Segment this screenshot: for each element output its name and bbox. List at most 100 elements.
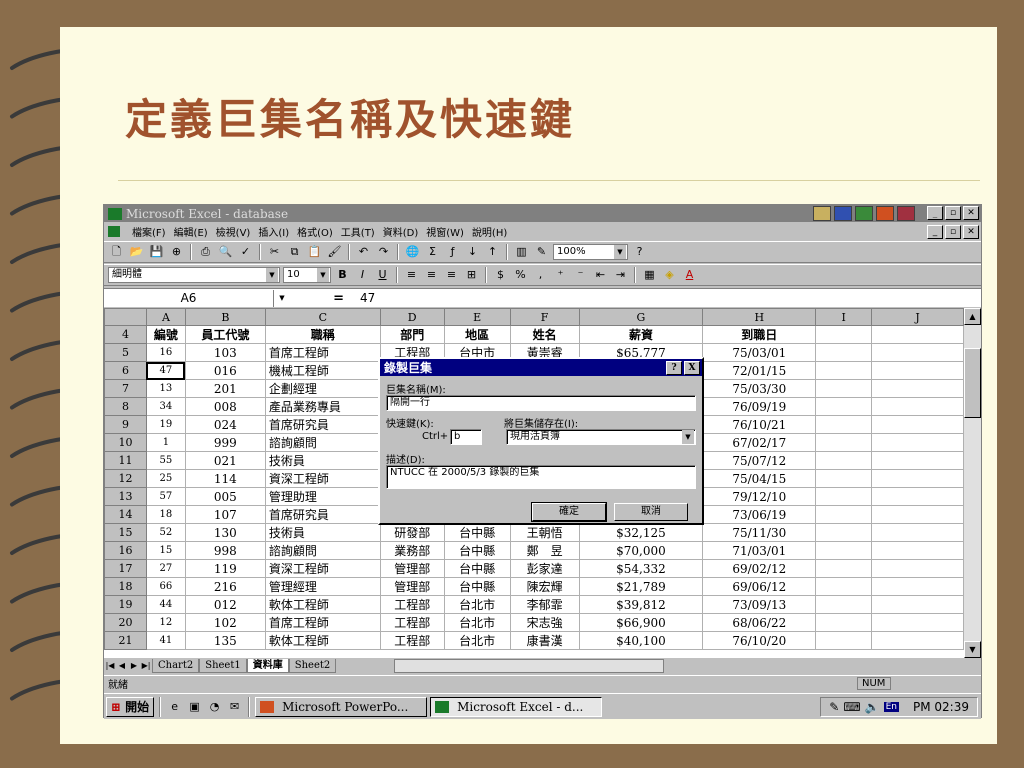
cell-b[interactable]: 024 — [184, 415, 266, 434]
merge-center-icon[interactable]: ⊞ — [463, 267, 480, 283]
cell-g[interactable]: $70,000 — [578, 541, 704, 560]
cell-i[interactable] — [815, 577, 873, 596]
outlook-icon[interactable]: ✉ — [226, 699, 243, 715]
cell-c[interactable]: 諮詢顧問 — [264, 541, 381, 560]
decrease-decimal-icon[interactable]: ⁻ — [572, 267, 589, 283]
row-header[interactable]: 15 — [104, 523, 147, 542]
cell-a[interactable]: 27 — [145, 559, 186, 578]
doc-close-icon[interactable]: ✕ — [963, 224, 979, 239]
cell-b[interactable]: 016 — [184, 361, 266, 380]
new-icon[interactable]: 🗋 — [108, 244, 125, 260]
cell-f[interactable]: 康書漢 — [509, 631, 580, 650]
function-icon[interactable]: ƒ — [444, 244, 461, 260]
horizontal-scrollbar[interactable] — [394, 658, 665, 673]
cell-c[interactable]: 管理助理 — [264, 487, 381, 506]
cell-a[interactable]: 13 — [145, 379, 186, 398]
cell-a[interactable]: 47 — [145, 361, 186, 380]
cell-j[interactable] — [871, 505, 964, 524]
cell-b[interactable]: 012 — [184, 595, 266, 614]
menu-view[interactable]: 檢視(V) — [216, 224, 251, 239]
cell-j[interactable] — [871, 379, 964, 398]
dialog-help-icon[interactable]: ? — [666, 360, 682, 375]
cell-d[interactable]: 管理部 — [379, 577, 445, 596]
channel-icon[interactable]: ◔ — [206, 699, 223, 715]
cell-c[interactable]: 軟体工程師 — [264, 595, 381, 614]
sheet-tab[interactable]: Sheet1 — [199, 658, 247, 673]
cell-c[interactable]: 資深工程師 — [264, 469, 381, 488]
format-painter-icon[interactable]: 🖌 — [326, 244, 343, 260]
cell-i[interactable] — [815, 613, 873, 632]
cell-i[interactable] — [815, 451, 873, 470]
excel-icon[interactable] — [855, 206, 873, 221]
name-box[interactable]: A6 — [104, 289, 289, 307]
cell-h[interactable]: 71/03/01 — [702, 541, 817, 560]
web-icon[interactable]: ⊕ — [168, 244, 185, 260]
cell-h[interactable]: 73/06/19 — [702, 505, 817, 524]
cell-d[interactable]: 業務部 — [379, 541, 445, 560]
cell-g[interactable]: $39,812 — [578, 595, 704, 614]
cell-h[interactable]: 69/02/12 — [702, 559, 817, 578]
cell-a[interactable]: 18 — [145, 505, 186, 524]
drawing-icon[interactable]: ✎ — [533, 244, 550, 260]
cut-icon[interactable]: ✂ — [266, 244, 283, 260]
cell-h[interactable]: 76/09/19 — [702, 397, 817, 416]
cell-j[interactable] — [871, 325, 964, 344]
cell-i[interactable] — [815, 397, 873, 416]
first-sheet-icon[interactable]: |◀ — [104, 661, 116, 670]
cell-f[interactable]: 李郁霏 — [509, 595, 580, 614]
scroll-up-icon[interactable]: ▲ — [964, 308, 981, 325]
cell-c[interactable]: 軟体工程師 — [264, 631, 381, 650]
select-all-corner[interactable] — [104, 308, 147, 326]
print-icon[interactable]: ⎙ — [197, 244, 214, 260]
macro-name-input[interactable]: 隔開一行 — [386, 395, 696, 411]
column-header-c[interactable]: C — [264, 308, 381, 326]
cell-g[interactable]: $54,332 — [578, 559, 704, 578]
keyboard-icon[interactable]: ⌨ — [843, 700, 860, 714]
column-header-h[interactable]: H — [702, 308, 817, 326]
cell-e[interactable]: 台北市 — [443, 613, 511, 632]
cell-j[interactable] — [871, 559, 964, 578]
cell-a[interactable]: 52 — [145, 523, 186, 542]
row-header[interactable]: 20 — [104, 613, 147, 632]
cell-i[interactable] — [815, 523, 873, 542]
paste-icon[interactable]: 📋 — [306, 244, 323, 260]
help-icon[interactable]: ? — [631, 244, 648, 260]
excel-title-bar[interactable]: Microsoft Excel - database _ ▫ ✕ — [104, 205, 981, 222]
cell-j[interactable] — [871, 613, 964, 632]
font-size-select[interactable]: 10 — [283, 267, 331, 283]
cell-g[interactable]: $21,789 — [578, 577, 704, 596]
powerpoint-icon[interactable] — [876, 206, 894, 221]
row-header[interactable]: 4 — [104, 325, 147, 344]
cell-f[interactable]: 鄭 昱 — [509, 541, 580, 560]
cell-e[interactable]: 台中縣 — [443, 577, 511, 596]
cell-i[interactable] — [815, 415, 873, 434]
cell-g[interactable]: 薪資 — [578, 325, 704, 344]
fill-color-icon[interactable]: ◈ — [661, 267, 678, 283]
formula-input[interactable]: 47 — [354, 291, 375, 305]
menu-format[interactable]: 格式(O) — [297, 224, 333, 239]
vertical-scrollbar[interactable]: ▲ ▼ — [964, 308, 981, 658]
cancel-button[interactable]: 取消 — [614, 503, 688, 521]
cell-f[interactable]: 陳宏輝 — [509, 577, 580, 596]
cell-d[interactable]: 研發部 — [379, 523, 445, 542]
autosum-icon[interactable]: Σ — [424, 244, 441, 260]
chart-wizard-icon[interactable]: ▥ — [513, 244, 530, 260]
cell-b[interactable]: 員工代號 — [184, 325, 266, 344]
menu-edit[interactable]: 編輯(E) — [174, 224, 208, 239]
cell-c[interactable]: 資深工程師 — [264, 559, 381, 578]
cell-i[interactable] — [815, 433, 873, 452]
scroll-thumb[interactable] — [964, 348, 981, 418]
language-indicator[interactable]: En — [883, 701, 899, 712]
ie-icon[interactable]: e — [166, 699, 183, 715]
cell-f[interactable]: 宋志強 — [509, 613, 580, 632]
increase-indent-icon[interactable]: ⇥ — [612, 267, 629, 283]
hyperlink-icon[interactable]: 🌐 — [404, 244, 421, 260]
cell-i[interactable] — [815, 541, 873, 560]
sheet-tab[interactable]: Sheet2 — [288, 658, 337, 673]
sort-desc-icon[interactable]: ↑ — [484, 244, 501, 260]
cell-j[interactable] — [871, 523, 964, 542]
dialog-title-bar[interactable]: 錄製巨集 ? X — [380, 359, 702, 376]
cell-a[interactable]: 19 — [145, 415, 186, 434]
cell-h[interactable]: 75/07/12 — [702, 451, 817, 470]
row-header[interactable]: 8 — [104, 397, 147, 416]
